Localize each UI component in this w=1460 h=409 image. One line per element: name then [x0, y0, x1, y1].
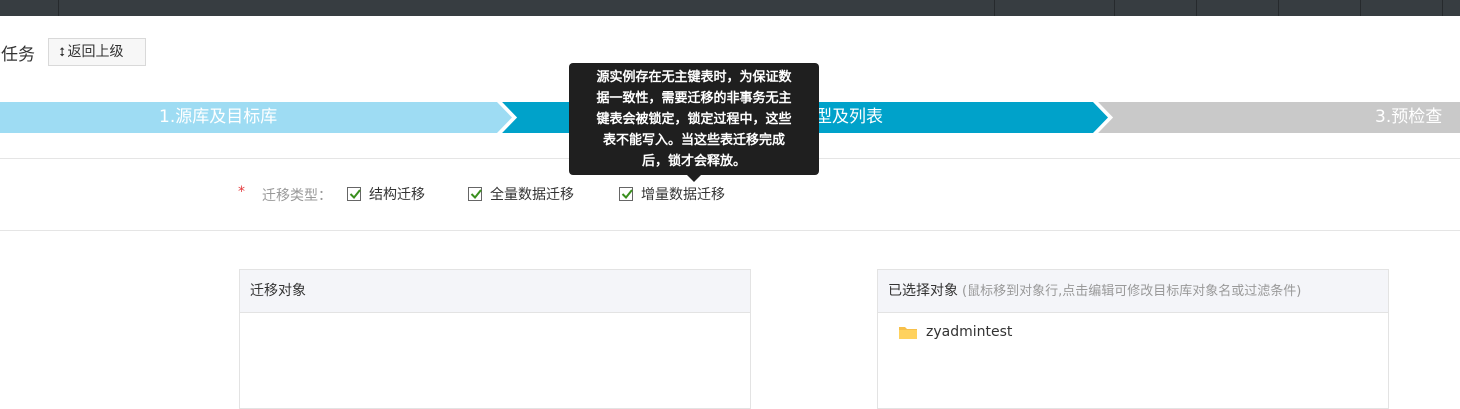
topbar-divider: [994, 0, 995, 16]
topbar-divider: [58, 0, 59, 16]
checkbox-structure-migration[interactable]: 结构迁移: [347, 184, 425, 204]
tooltip-line: 源实例存在无主键表时，为保证数: [596, 70, 792, 85]
topbar-divider: [1278, 0, 1279, 16]
checkmark-icon: [621, 189, 633, 199]
checkbox-label: 结构迁移: [369, 187, 425, 203]
required-marker: *: [238, 184, 245, 200]
page-title: 务任务: [0, 45, 35, 65]
migration-type-label: 迁移类型：: [262, 188, 332, 204]
checkmark-icon: [470, 189, 482, 199]
tooltip-line: 键表会被锁定，锁定过程中，这些: [596, 112, 792, 127]
tooltip-arrow: [687, 175, 701, 182]
source-objects-panel: 迁移对象: [239, 269, 751, 409]
back-button-label: 返回上级: [67, 44, 124, 60]
selected-object-item[interactable]: zyadmintest: [898, 324, 1012, 340]
step-1-label: 1.源库及目标库: [159, 107, 278, 127]
step-2-label: 型及列表: [815, 107, 883, 127]
checkbox-box[interactable]: [619, 187, 633, 201]
selected-object-label: zyadmintest: [926, 324, 1013, 340]
topbar-divider: [1442, 0, 1443, 16]
back-button[interactable]: ⭥ 返回上级: [48, 38, 146, 66]
tooltip-line: 表不能写入。当这些表迁移完成: [602, 133, 785, 148]
panel-title: 迁移对象: [250, 283, 306, 299]
checkbox-full-data-migration[interactable]: 全量数据迁移: [468, 184, 574, 204]
panel-hint: (鼠标移到对象行,点击编辑可修改目标库对象名或过滤条件): [962, 284, 1302, 299]
step-3-label: 3.预检查: [1375, 107, 1443, 127]
topbar-divider: [1196, 0, 1197, 16]
checkbox-label: 全量数据迁移: [490, 187, 574, 203]
upload-arrow-icon: ⭥: [59, 45, 66, 59]
topbar-divider: [1114, 0, 1115, 16]
folder-icon: [899, 327, 917, 339]
checkmark-icon: [349, 189, 361, 199]
panel-header: 迁移对象: [240, 270, 750, 313]
divider: [0, 230, 1460, 231]
panel-title: 已选择对象: [888, 283, 958, 299]
panel-header: 已选择对象 (鼠标移到对象行,点击编辑可修改目标库对象名或过滤条件): [878, 270, 1388, 313]
topbar-divider: [1360, 0, 1361, 16]
tooltip-line: 后，锁才会释放。: [641, 154, 746, 169]
selected-objects-panel: 已选择对象 (鼠标移到对象行,点击编辑可修改目标库对象名或过滤条件) zyadmi…: [877, 269, 1389, 409]
checkbox-label: 增量数据迁移: [641, 187, 725, 203]
checkbox-box[interactable]: [347, 187, 361, 201]
no-primary-key-tooltip: 源实例存在无主键表时，为保证数 据一致性，需要迁移的非事务无主 键表会被锁定，锁…: [569, 63, 819, 182]
checkbox-box[interactable]: [468, 187, 482, 201]
top-navigation-bar: [0, 0, 1460, 16]
checkbox-incremental-data-migration[interactable]: 增量数据迁移: [619, 184, 725, 204]
tooltip-line: 据一致性，需要迁移的非事务无主: [596, 91, 792, 106]
